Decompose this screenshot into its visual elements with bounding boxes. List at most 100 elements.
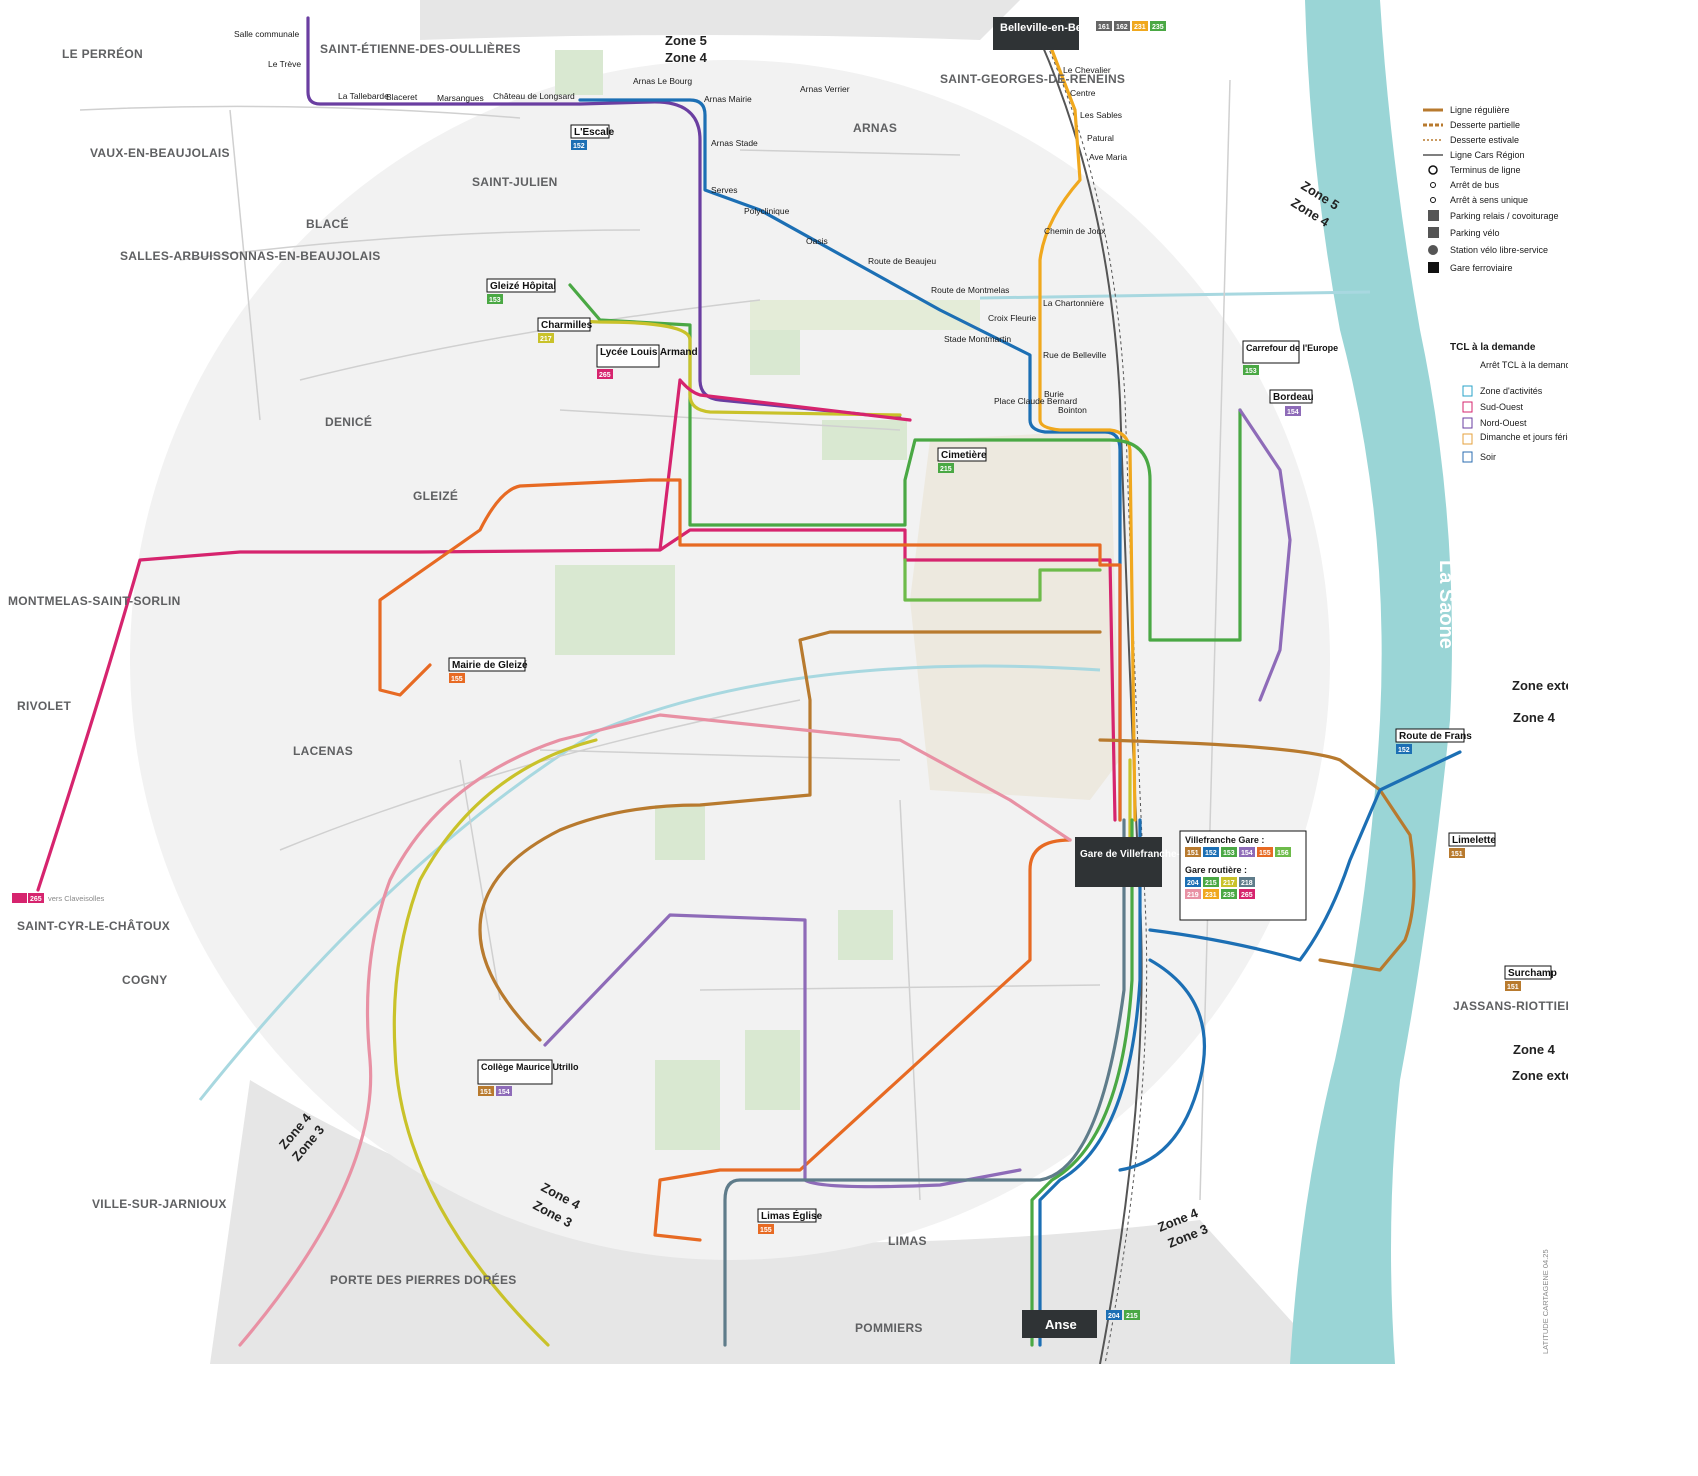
commune-label: SAINT-ÉTIENNE-DES-OULLIÈRES xyxy=(320,41,521,56)
legend-item: Desserte partielle xyxy=(1450,120,1520,130)
commune-label: COGNY xyxy=(122,973,168,987)
stop-label: Ave Maria xyxy=(1089,152,1127,162)
bus-line-number: 155 xyxy=(451,676,463,683)
stop-label: Le Chevalier xyxy=(1063,65,1111,75)
legend-item: Soir xyxy=(1480,452,1496,462)
bus-line-number: 151 xyxy=(1187,850,1199,857)
legend-item: Dimanche et jours fériés xyxy=(1480,432,1568,442)
legend-item: Desserte estivale xyxy=(1450,135,1519,145)
stop-label: La Chartonnière xyxy=(1043,298,1104,308)
legend-item: Gare ferroviaire xyxy=(1450,263,1513,273)
terminus-lescale[interactable]: L'Escale xyxy=(570,124,615,139)
terminus-route-frans[interactable]: Route de Frans xyxy=(1395,728,1472,743)
terminus-limas-eglise[interactable]: Limas Église xyxy=(757,1208,823,1223)
legend-item: Parking vélo xyxy=(1450,228,1500,238)
stop-label: Patural xyxy=(1087,133,1114,143)
stop-label: Arnas Mairie xyxy=(704,94,752,104)
legend-item: Ligne régulière xyxy=(1450,105,1510,115)
commune-label: DENICÉ xyxy=(325,414,372,429)
svg-text:Gleizé Hôpital: Gleizé Hôpital xyxy=(490,281,556,292)
park-stade-thevenet xyxy=(655,1060,720,1150)
edge-tag-claveisolles: 265 vers Claveisolles xyxy=(12,893,105,903)
commune-label: SAINT-JULIEN xyxy=(472,175,558,189)
park-complexe-sportif-north xyxy=(555,50,603,95)
svg-text:Charmilles: Charmilles xyxy=(541,320,593,331)
legend-item: Ligne Cars Région xyxy=(1450,150,1525,160)
commune-label: BLACÉ xyxy=(306,216,349,231)
bus-line-number: 154 xyxy=(1287,409,1299,416)
commune-label: GLEIZÉ xyxy=(413,488,458,503)
legend-item: Sud-Ouest xyxy=(1480,402,1524,412)
terminus-mairie-gleize[interactable]: Mairie de Gleizé xyxy=(448,657,528,672)
zone-label: Zone 4 xyxy=(665,50,708,65)
svg-text:265: 265 xyxy=(30,896,42,903)
park-haute-claire xyxy=(555,565,675,655)
commune-label: LIMAS xyxy=(888,1234,927,1248)
commune-label: SALLES-ARBUISSONNAS-EN-BEAUJOLAIS xyxy=(120,249,381,263)
commune-label: LE PERRÉON xyxy=(62,46,143,61)
bus-line-number: 215 xyxy=(1126,1313,1138,1320)
terminus-cimetiere[interactable]: Cimetière xyxy=(937,447,987,462)
terminus-bordeau[interactable]: Bordeau xyxy=(1269,389,1314,404)
bus-line-number: 152 xyxy=(1205,850,1217,857)
legend-item: Arrêt à sens unique xyxy=(1450,195,1528,205)
park-stade-clausel xyxy=(655,805,705,860)
stop-label: Château de Longsard xyxy=(493,91,575,101)
terminus-gleize-hopital[interactable]: Gleizé Hôpital xyxy=(486,278,556,293)
svg-text:Villefranche Gare :: Villefranche Gare : xyxy=(1185,835,1264,845)
stop-label: Chemin de Joux xyxy=(1044,226,1106,236)
zone4-area xyxy=(130,60,1330,1260)
city-center-area xyxy=(910,430,1120,800)
gare-info-panel: Villefranche Gare : Gare routière : xyxy=(1179,830,1307,921)
bus-line-number: 154 xyxy=(498,1089,510,1096)
stop-label: Marsangues xyxy=(437,93,484,103)
svg-text:Bordeau: Bordeau xyxy=(1273,392,1314,403)
bus-line-number: 231 xyxy=(1134,24,1146,31)
bus-line-number: 155 xyxy=(1259,850,1271,857)
bus-line-number: 153 xyxy=(1245,368,1257,375)
svg-text:Surchamp: Surchamp xyxy=(1508,968,1557,979)
commune-label: VAUX-EN-BEAUJOLAIS xyxy=(90,146,230,160)
commune-label: ARNAS xyxy=(853,121,897,135)
bus-line-number: 151 xyxy=(1451,851,1463,858)
bus-line-number: 153 xyxy=(1223,850,1235,857)
stop-label: Serves xyxy=(711,185,737,195)
bus-line-number: 265 xyxy=(599,372,611,379)
terminus-charmilles[interactable]: Charmilles xyxy=(537,317,593,332)
commune-label: PORTE DES PIERRES DORÉES xyxy=(330,1272,517,1287)
bus-line-number: 152 xyxy=(1398,747,1410,754)
stop-label: Centre xyxy=(1070,88,1096,98)
stop-label: Arnas Le Bourg xyxy=(633,76,692,86)
svg-text:Limas Église: Limas Église xyxy=(761,1209,823,1222)
svg-text:Limelette: Limelette xyxy=(1452,835,1496,846)
stop-label: Polyclinique xyxy=(744,206,790,216)
terminus-surchamp[interactable]: Surchamp xyxy=(1504,965,1557,980)
svg-text:vers Claveisolles: vers Claveisolles xyxy=(48,894,105,903)
zone-label: Zone 5 xyxy=(665,33,707,48)
legend-item: Zone d'activités xyxy=(1480,386,1543,396)
commune-label: JASSANS-RIOTTIER xyxy=(1453,999,1568,1013)
stop-label: Place Claude Bernard xyxy=(994,396,1077,406)
stop-label: Arnas Verrier xyxy=(800,84,850,94)
commune-label: LACENAS xyxy=(293,744,353,758)
stop-label: Stade Montmartin xyxy=(944,334,1011,344)
stop-label: Route de Montmelas xyxy=(931,285,1009,295)
legend-tcl-title: TCL à la demande xyxy=(1450,342,1536,353)
bus-line-number: 162 xyxy=(1116,24,1128,31)
commune-label: MONTMELAS-SAINT-SORLIN xyxy=(8,594,181,608)
bus-line-number: 235 xyxy=(1223,892,1235,899)
terminus-anse[interactable]: Anse xyxy=(1022,1310,1097,1338)
commune-label: VILLE-SUR-JARNIOUX xyxy=(92,1197,227,1211)
stop-label: Oasis xyxy=(806,236,828,246)
credit: LATITUDE CARTAGENE 04.25 xyxy=(1541,1249,1550,1354)
terminus-limelette[interactable]: Limelette xyxy=(1448,832,1496,847)
park-cimetiere-limas xyxy=(745,1030,800,1110)
stop-label: Rue de Belleville xyxy=(1043,350,1107,360)
bus-line-number: 217 xyxy=(540,336,552,343)
bus-line-number: 215 xyxy=(1205,880,1217,887)
river-label: La Saône xyxy=(1435,560,1457,649)
zone-label: Zone externe xyxy=(1512,1068,1568,1083)
legend-item: Parking relais / covoiturage xyxy=(1450,211,1559,221)
bus-line-number: 151 xyxy=(480,1089,492,1096)
bus-line-number: 265 xyxy=(1241,892,1253,899)
